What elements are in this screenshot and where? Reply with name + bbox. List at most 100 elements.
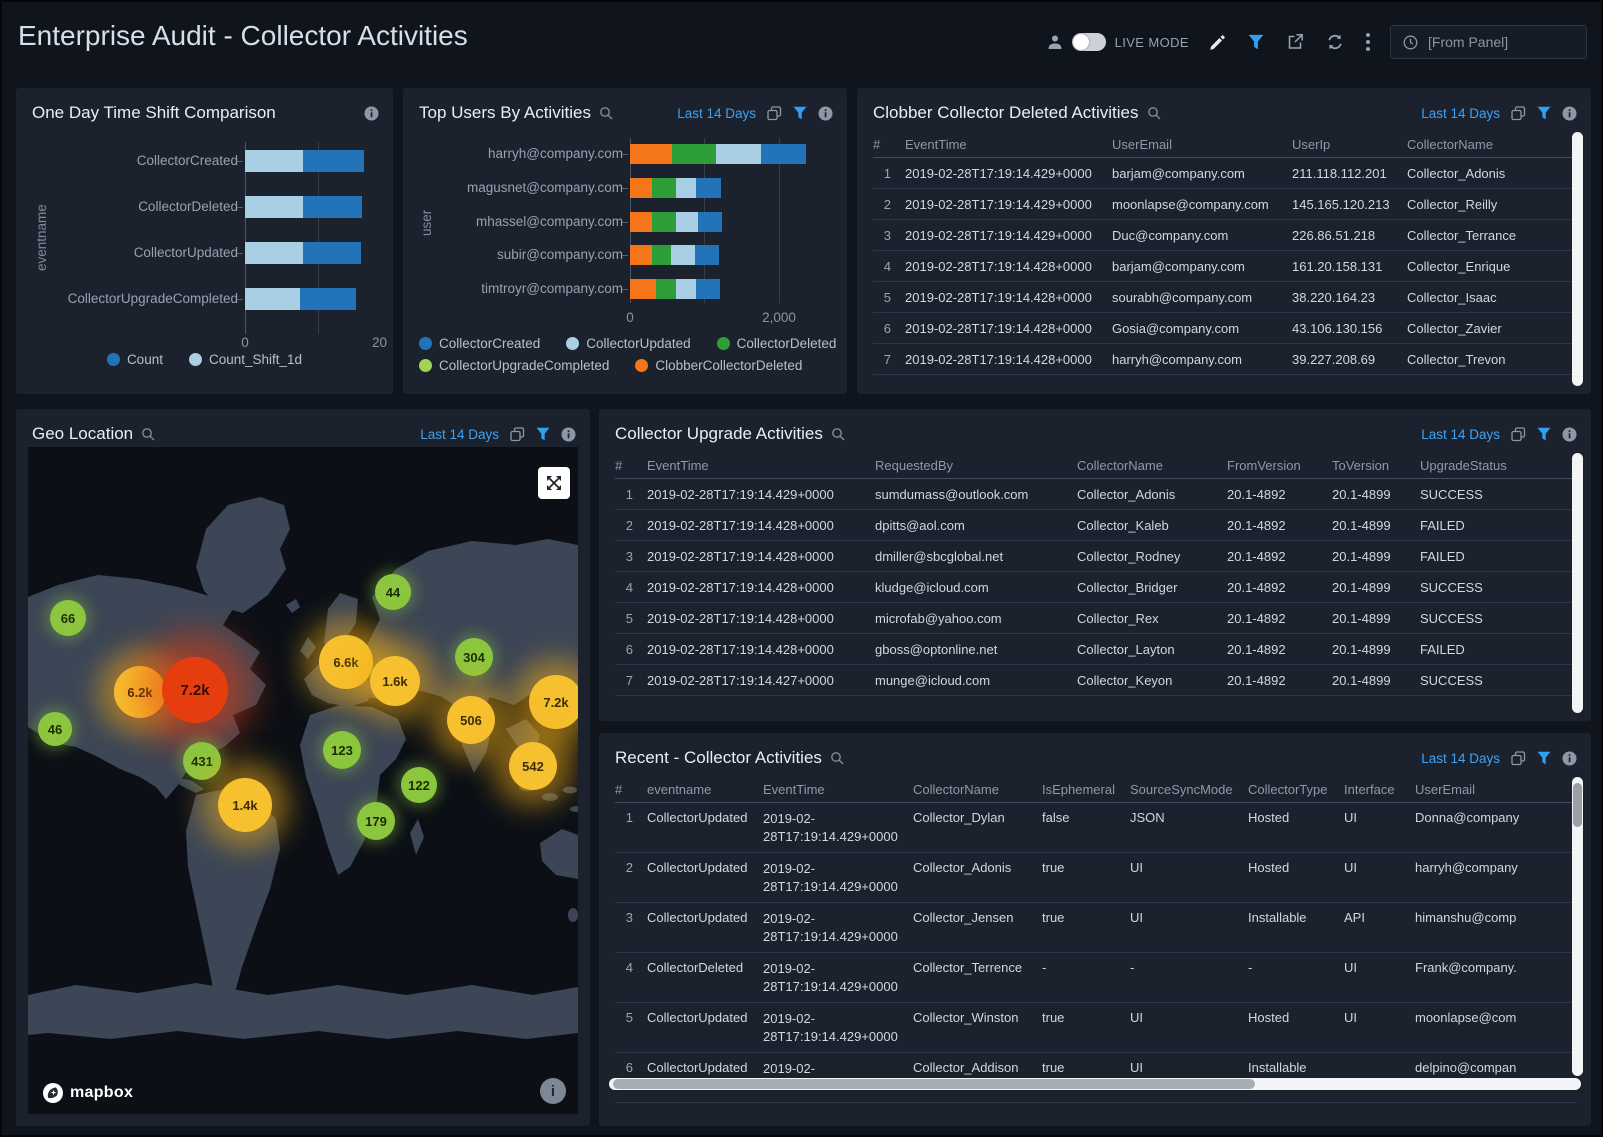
filter-funnel-icon[interactable] [1248,34,1264,50]
column-header[interactable]: CollectorName [1407,137,1577,152]
bar-segment-ClobberCollectorDeleted[interactable] [630,212,652,232]
live-mode-toggle[interactable] [1072,33,1106,51]
column-header[interactable]: CollectorName [1077,458,1227,473]
table-row[interactable]: 3 2019-02-28T17:19:14.429+0000 Duc@compa… [873,220,1577,251]
column-header[interactable]: EventTime [763,782,913,797]
bar-segment-ClobberCollectorDeleted[interactable] [630,178,652,198]
stacked-bar[interactable] [630,279,720,299]
bar-segment-ClobberCollectorDeleted[interactable] [630,144,672,164]
filter-funnel-icon[interactable] [536,427,550,441]
info-icon[interactable] [1562,751,1577,766]
column-header[interactable]: RequestedBy [875,458,1077,473]
zoom-magnifier-icon[interactable] [831,427,846,442]
bar-segment-CollectorUpdated[interactable] [676,279,696,299]
table-row[interactable]: 4 2019-02-28T17:19:14.428+0000 barjam@co… [873,251,1577,282]
map-bubble[interactable]: 123 [323,731,361,769]
bar-segment-CollectorDeleted[interactable] [652,245,671,265]
zoom-magnifier-icon[interactable] [141,427,156,442]
scrollbar-thumb[interactable] [1573,783,1582,827]
bar-segment-Count_Shift_1d[interactable] [245,150,303,172]
table-row[interactable]: 3 CollectorUpdated 2019-02-28T17:19:14.4… [615,903,1577,953]
bar-segment-CollectorUpdated[interactable] [676,212,698,232]
panel-time-range[interactable]: Last 14 Days [1421,751,1500,766]
stacked-bar[interactable] [630,212,722,232]
edit-pencil-icon[interactable] [1209,34,1226,51]
map-bubble[interactable]: 1.4k [218,778,272,832]
bar-segment-CollectorDeleted[interactable] [672,144,716,164]
map-info-icon[interactable]: i [540,1078,566,1104]
bar-segment-CollectorCreated[interactable] [698,212,722,232]
legend-item[interactable]: CollectorCreated [419,336,540,351]
table-row[interactable]: 2 CollectorUpdated 2019-02-28T17:19:14.4… [615,853,1577,903]
bar-segment-ClobberCollectorDeleted[interactable] [630,279,656,299]
panel-time-range[interactable]: Last 14 Days [1421,427,1500,442]
copy-icon[interactable] [1511,427,1526,442]
map-bubble[interactable]: 506 [447,696,495,744]
zoom-magnifier-icon[interactable] [1147,106,1162,121]
scrollbar-thumb[interactable] [613,1079,1255,1089]
table-row[interactable]: 5 CollectorUpdated 2019-02-28T17:19:14.4… [615,1003,1577,1053]
legend-item[interactable]: CollectorUpdated [566,336,690,351]
column-header[interactable]: CollectorType [1248,782,1344,797]
map-bubble[interactable]: 44 [375,574,411,610]
bar-segment-Count_Shift_1d[interactable] [245,288,300,310]
bar-segment-CollectorCreated[interactable] [761,144,806,164]
bar-segment-CollectorCreated[interactable] [696,279,720,299]
column-header[interactable]: # [615,458,647,473]
copy-icon[interactable] [1511,751,1526,766]
map-bubble[interactable]: 6.2k [114,666,166,718]
panel-time-range[interactable]: Last 14 Days [420,427,499,442]
map-bubble[interactable]: 542 [509,742,557,790]
bar-segment-Count[interactable] [303,150,364,172]
stacked-bar[interactable] [245,288,356,310]
bar-segment-Count[interactable] [303,196,362,218]
map-bubble[interactable]: 122 [401,767,437,803]
bar-segment-CollectorDeleted[interactable] [652,178,676,198]
copy-icon[interactable] [1511,106,1526,121]
map-bubble[interactable]: 179 [357,802,395,840]
map-bubble[interactable]: 7.2k [529,675,578,729]
mapbox-attribution[interactable]: mapbox [42,1082,133,1104]
zoom-magnifier-icon[interactable] [830,751,845,766]
column-header[interactable]: UserEmail [1415,782,1577,797]
table-row[interactable]: 5 2019-02-28T17:19:14.428+0000 sourabh@c… [873,282,1577,313]
map-bubble[interactable]: 46 [38,712,72,746]
column-header[interactable]: EventTime [647,458,875,473]
more-options-kebab-icon[interactable] [1366,33,1370,51]
time-range-selector[interactable]: [From Panel] [1390,25,1587,59]
map-bubble[interactable]: 304 [455,638,493,676]
column-header[interactable]: UserEmail [1112,137,1292,152]
copy-icon[interactable] [510,427,525,442]
horizontal-scrollbar[interactable] [609,1078,1581,1090]
table-row[interactable]: 2 2019-02-28T17:19:14.428+0000 dpitts@ao… [615,510,1577,541]
bar-segment-Count[interactable] [300,288,356,310]
table-row[interactable]: 4 2019-02-28T17:19:14.428+0000 kludge@ic… [615,572,1577,603]
legend-item[interactable]: Count_Shift_1d [189,352,302,367]
bar-segment-Count_Shift_1d[interactable] [245,242,303,264]
info-icon[interactable] [561,427,576,442]
stacked-bar[interactable] [245,242,361,264]
map-bubble[interactable]: 7.2k [162,657,228,723]
map-bubble[interactable]: 1.6k [370,656,420,706]
share-export-icon[interactable] [1286,33,1304,51]
stacked-bar[interactable] [245,196,362,218]
table-row[interactable]: 6 2019-02-28T17:19:14.428+0000 Gosia@com… [873,313,1577,344]
column-header[interactable]: eventname [647,782,763,797]
legend-item[interactable]: ClobberCollectorDeleted [635,358,802,373]
stacked-bar[interactable] [630,245,719,265]
legend-item[interactable]: Count [107,352,163,367]
world-map[interactable]: 66446.6k1.6k3046.2k7.2k467.2k50643112312… [28,447,578,1114]
column-header[interactable]: IsEphemeral [1042,782,1130,797]
table-row[interactable]: 1 2019-02-28T17:19:14.429+0000 barjam@co… [873,158,1577,189]
filter-funnel-icon[interactable] [1537,751,1551,765]
column-header[interactable]: # [873,137,905,152]
table-row[interactable]: 5 2019-02-28T17:19:14.428+0000 microfab@… [615,603,1577,634]
refresh-icon[interactable] [1326,33,1344,51]
info-icon[interactable] [1562,106,1577,121]
column-header[interactable]: CollectorName [913,782,1042,797]
column-header[interactable]: EventTime [905,137,1112,152]
info-icon[interactable] [1562,427,1577,442]
table-row[interactable]: 3 2019-02-28T17:19:14.428+0000 dmiller@s… [615,541,1577,572]
column-header[interactable]: UserIp [1292,137,1407,152]
column-header[interactable]: SourceSyncMode [1130,782,1248,797]
